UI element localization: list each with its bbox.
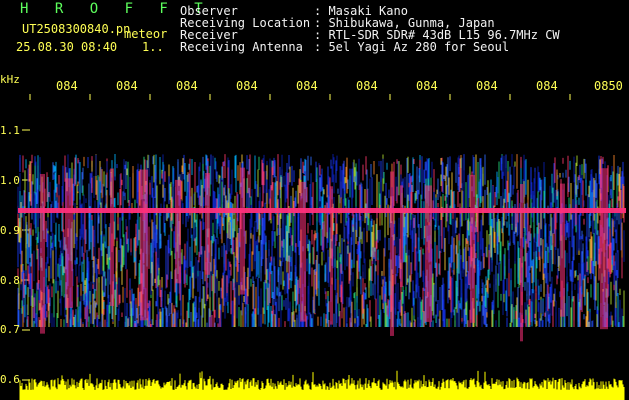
carrier-line [18,208,626,213]
x-tick-label: 084 [56,79,78,93]
meteor-echo [140,169,148,321]
y-tick-label: 1.1 [0,124,20,137]
x-tick-label: 084 [236,79,258,93]
meteor-echo [205,173,210,275]
meteor-echo [175,179,181,284]
y-tick-label: 0.7 [0,323,20,336]
meteor-echo [560,183,565,317]
file-name: UT2508300840.pn [22,22,131,36]
meteor-echo [110,168,114,307]
x-tick-label: 084 [476,79,498,93]
meteor-echo [400,185,403,288]
datetime: 25.08.30 08:40 [16,40,118,54]
meteor-echo [470,174,475,323]
x-tick-label: 084 [176,79,198,93]
meteor-echo [300,181,306,322]
meteor-echo [65,178,73,308]
y-tick-label: 0.6 [0,373,20,386]
y-tick-label: 0.9 [0,224,20,237]
meteor-echo [600,168,608,330]
noise-band [17,154,625,327]
x-tick-label: 084 [536,79,558,93]
meteor-echo [520,184,523,342]
x-tick-label: 084 [356,79,378,93]
unit-label: kHz [0,73,20,86]
meteor-echo [425,185,432,322]
spectrogram [17,94,626,400]
x-tick-label: 084 [116,79,138,93]
x-tick-label: 0850 [594,79,623,93]
x-tick-label: 084 [416,79,438,93]
x-tick-label: 084 [296,79,318,93]
meteor-echo [40,173,45,334]
counter: 1.. [142,40,164,54]
y-tick-label: 0.8 [0,274,20,287]
meteor-echo [390,171,394,336]
value-antenna: : 5el Yagi Az 280 for Seoul [314,40,510,54]
meteor-echo [330,186,333,325]
y-tick-label: 1.0 [0,174,20,187]
meteor-label: meteor [124,27,168,41]
label-antenna: Receiving Antenna [180,40,303,54]
meteor-echo [240,167,245,295]
signal-level-bars [19,370,625,400]
